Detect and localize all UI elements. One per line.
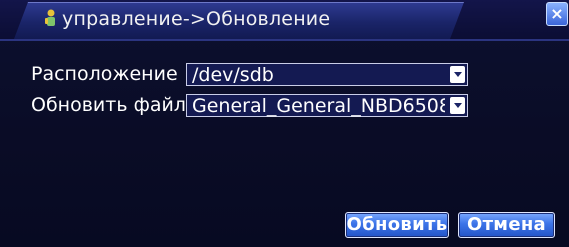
update-file-select[interactable]: General_General_NBD6508 [186, 94, 468, 117]
location-label: Расположение [31, 63, 178, 85]
close-icon: × [550, 4, 564, 23]
close-button[interactable]: × [546, 2, 568, 26]
title-divider [0, 39, 569, 41]
update-button[interactable]: Обновить [345, 212, 449, 238]
dialog-title: управление->Обновление [62, 8, 331, 30]
upgrade-dialog: управление->Обновление × Расположение /d… [0, 0, 569, 247]
location-value: /dev/sdb [192, 64, 274, 86]
app-icon [42, 8, 60, 28]
title-bar: управление->Обновление × [0, 0, 569, 41]
update-file-label: Обновить файл [31, 94, 186, 116]
update-file-value: General_General_NBD6508 [192, 95, 445, 117]
location-select[interactable]: /dev/sdb [186, 63, 468, 86]
chevron-down-icon[interactable] [450, 66, 465, 83]
chevron-down-icon[interactable] [450, 97, 465, 114]
cancel-button[interactable]: Отмена [458, 212, 555, 238]
